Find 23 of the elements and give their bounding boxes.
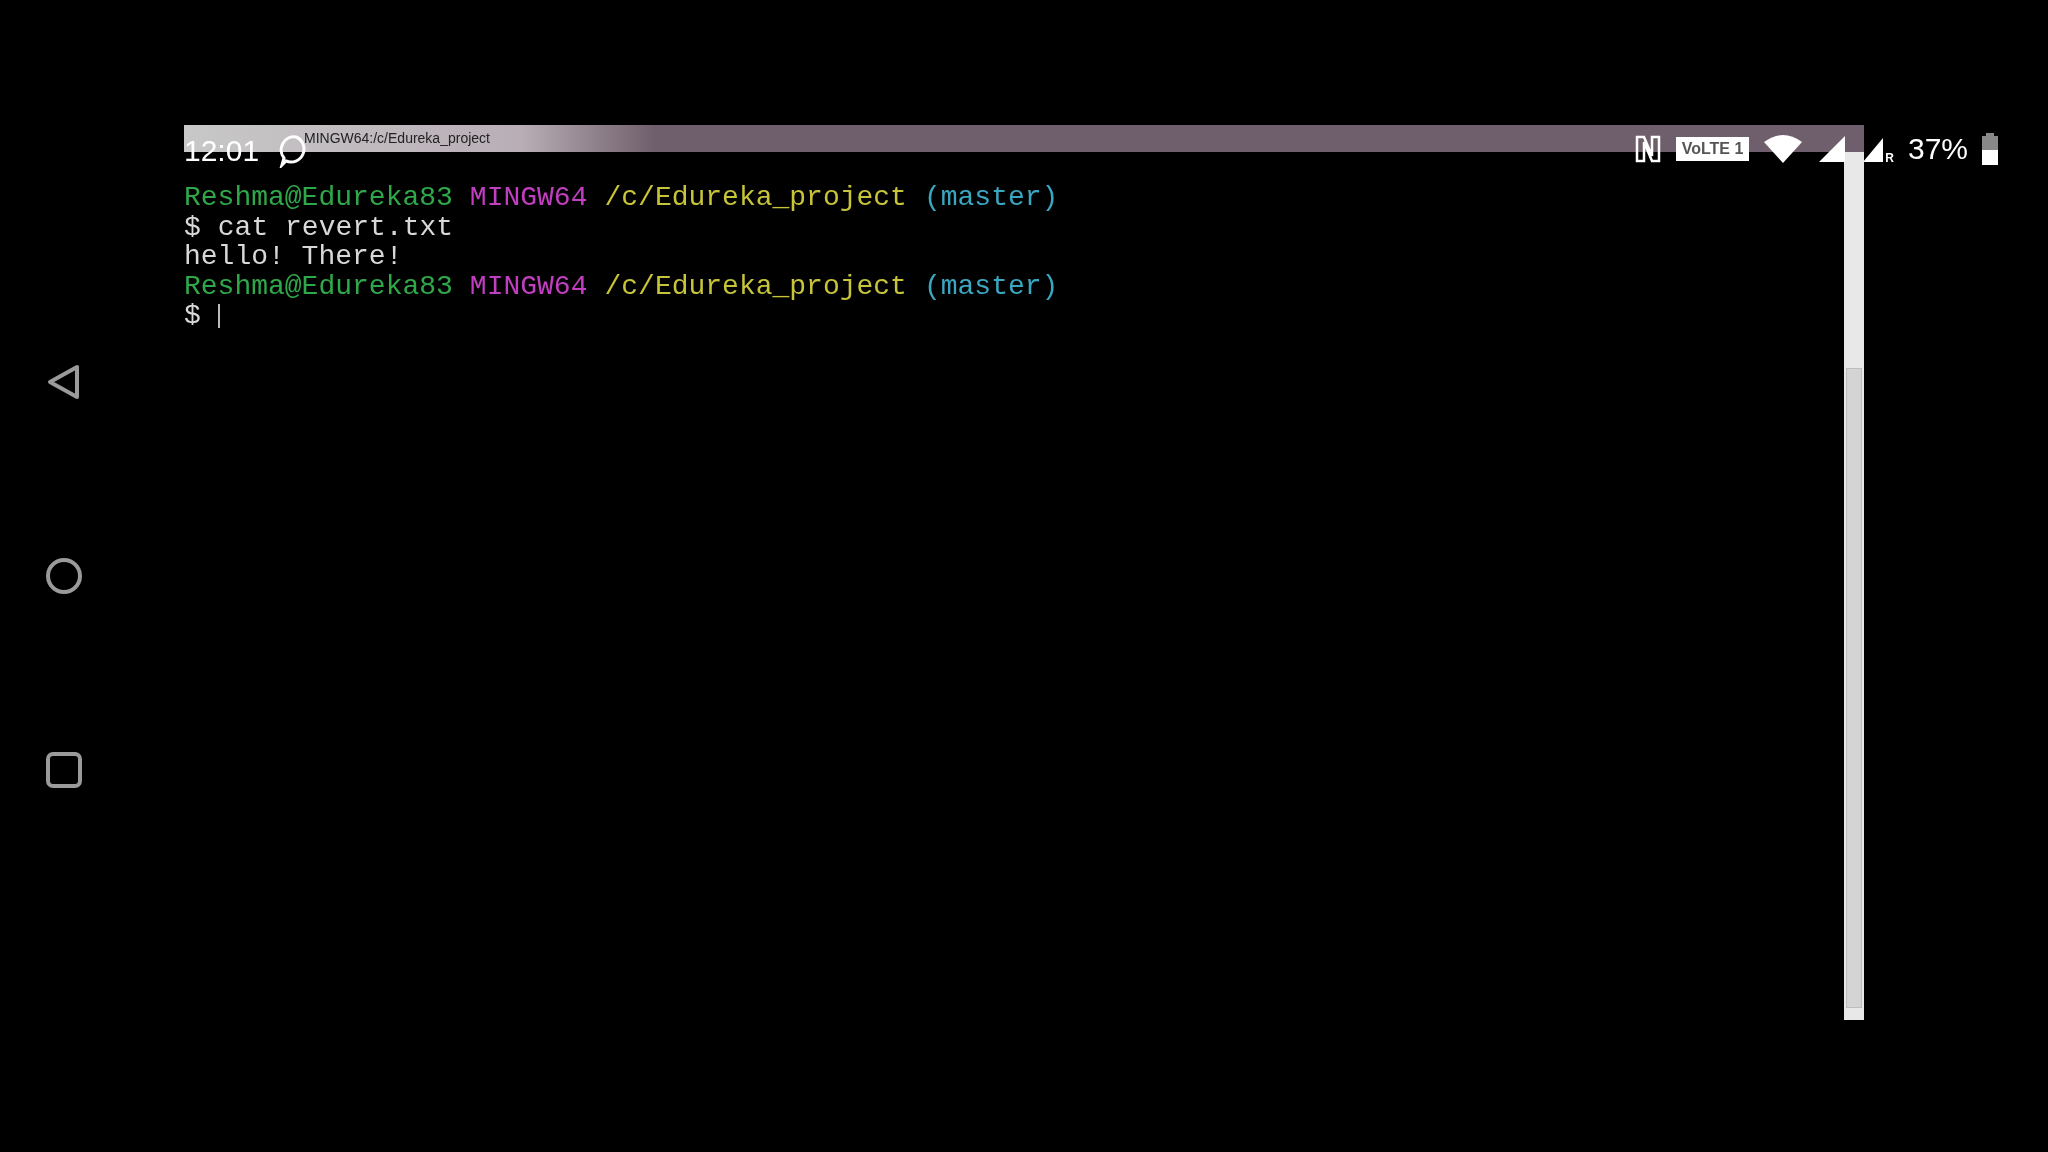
prompt-branch: (master): [923, 183, 1059, 213]
battery-percent: 37%: [1907, 131, 1968, 167]
prompt-path: /c/Edureka_project: [604, 183, 907, 213]
nfc-icon: [1633, 133, 1662, 164]
prompt-branch: (master): [923, 271, 1059, 301]
prompt-user: Reshma@Edureka83: [184, 271, 453, 301]
home-icon[interactable]: [44, 556, 84, 596]
scrollbar-thumb[interactable]: [1846, 368, 1862, 1008]
output-text: hello! There!: [184, 242, 404, 272]
scrollbar[interactable]: [1844, 152, 1864, 1020]
prompt-shell: MINGW64: [469, 183, 588, 213]
recents-icon[interactable]: [44, 750, 84, 790]
prompt-symbol: $: [184, 301, 201, 331]
prompt-user: Reshma@Edureka83: [184, 183, 453, 213]
prompt-path: /c/Edureka_project: [604, 271, 907, 301]
network-badge: VoLTE 1: [1675, 136, 1750, 161]
window-title: MINGW64:/c/Edureka_project: [304, 129, 490, 148]
command-text: cat revert.txt: [217, 212, 454, 242]
roaming-mark: R: [1885, 151, 1894, 164]
wifi-icon: [1763, 133, 1804, 164]
prompt-symbol: $: [184, 212, 201, 242]
battery-icon: [1982, 132, 1998, 165]
prompt-shell: MINGW64: [469, 271, 588, 301]
